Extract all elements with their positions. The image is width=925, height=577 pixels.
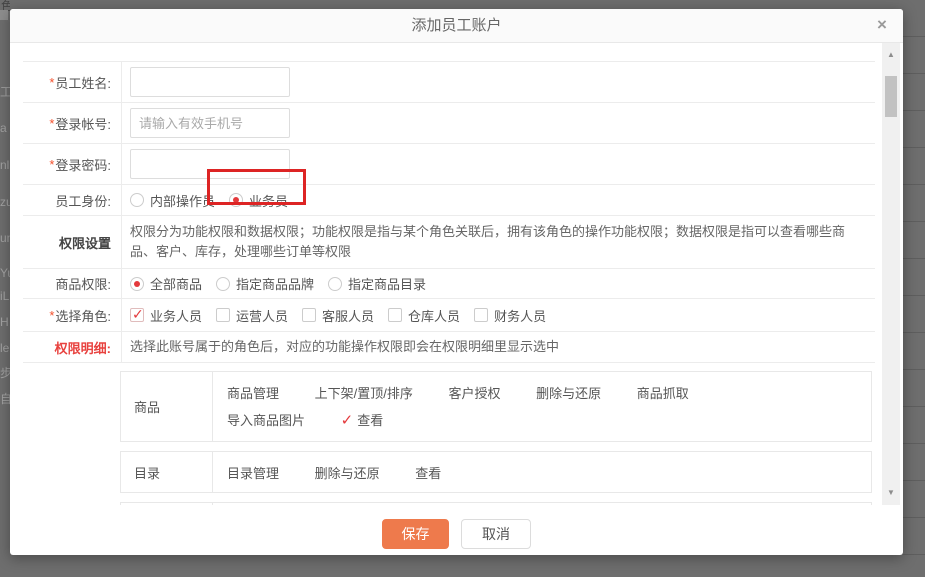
login-account-label: *登录帐号: xyxy=(23,103,122,143)
login-password-input[interactable] xyxy=(130,149,290,179)
row-login-account: *登录帐号: xyxy=(23,103,875,144)
select-roles-label: *选择角色: xyxy=(23,299,122,331)
row-select-roles: *选择角色: 业务人员 运营人员 客服人员 仓库人员 财务人员 xyxy=(23,299,875,332)
checkbox-icon xyxy=(388,308,402,322)
scrollbar-thumb[interactable] xyxy=(885,76,897,117)
add-employee-dialog: 添加员工账户 × *员工姓名: *登录帐号: *登录密码: 员工身份: xyxy=(10,9,903,555)
scroll-down-arrow-icon[interactable]: ▼ xyxy=(882,485,900,501)
perm-group-name: 目录 xyxy=(121,452,213,492)
row-login-password: *登录密码: xyxy=(23,144,875,185)
row-employee-identity: 员工身份: 内部操作员 业务员 xyxy=(23,185,875,216)
radio-internal-operator[interactable]: 内部操作员 xyxy=(130,191,215,210)
employee-identity-label: 员工身份: xyxy=(23,185,122,215)
perm-item[interactable]: 上下架/置顶/排序 xyxy=(315,380,413,407)
permission-detail-text: 选择此账号属于的角色后，对应的功能操作权限即会在权限明细里显示选中 xyxy=(130,337,559,357)
radio-all-products[interactable]: 全部商品 xyxy=(130,274,202,293)
backdrop-remnant-block xyxy=(0,10,8,20)
cancel-button[interactable]: 取消 xyxy=(461,519,531,549)
permission-detail-tables: 商品 商品管理 上下架/置顶/排序 客户授权 删除与还原 商品抓取 导入商品图片 xyxy=(23,363,875,505)
perm-item[interactable]: 导入商品图片 xyxy=(227,407,305,434)
backdrop-left-strip: 色权限 工 a nl zu un Yu iL H le 步 自 xyxy=(0,0,10,577)
dialog-title: 添加员工账户 xyxy=(10,9,903,43)
radio-selected-icon xyxy=(229,193,243,207)
required-asterisk: * xyxy=(49,116,54,131)
required-asterisk: * xyxy=(49,75,54,90)
perm-item[interactable]: 商品抓取 xyxy=(637,380,689,407)
row-permission-intro: 权限设置 权限分为功能权限和数据权限；功能权限是指与某个角色关联后，拥有该角色的… xyxy=(23,216,875,269)
checkbox-warehouse-staff[interactable]: 仓库人员 xyxy=(388,306,460,325)
dialog-footer: 保存 取消 xyxy=(10,505,903,555)
backdrop-fragment: nl xyxy=(0,158,9,172)
required-asterisk: * xyxy=(49,157,54,172)
perm-item[interactable]: 目录管理 xyxy=(227,460,279,487)
checkbox-checked-icon xyxy=(130,308,144,322)
red-check-icon: ✓ xyxy=(341,407,354,434)
perm-item[interactable]: 商品管理 xyxy=(227,380,279,407)
form: *员工姓名: *登录帐号: *登录密码: 员工身份: 内部操作员 业务员 xyxy=(23,61,875,505)
employee-name-label: *员工姓名: xyxy=(23,62,122,102)
perm-item[interactable]: 删除与还原 xyxy=(536,380,601,407)
checkbox-service-staff[interactable]: 客服人员 xyxy=(302,306,374,325)
checkbox-icon xyxy=(302,308,316,322)
backdrop-fragment: le xyxy=(0,341,9,355)
backdrop-fragment: a xyxy=(0,121,7,135)
scroll-up-arrow-icon[interactable]: ▲ xyxy=(882,47,900,63)
radio-specified-catalog[interactable]: 指定商品目录 xyxy=(328,274,426,293)
radio-icon xyxy=(216,277,230,291)
backdrop-fragment: H xyxy=(0,315,9,329)
permission-intro-text: 权限分为功能权限和数据权限；功能权限是指与某个角色关联后，拥有该角色的操作功能权… xyxy=(130,222,867,262)
backdrop-fragment: un xyxy=(0,231,10,245)
perm-item[interactable]: 删除与还原 xyxy=(315,460,380,487)
product-permission-label: 商品权限: xyxy=(23,269,122,298)
employee-name-input[interactable] xyxy=(130,67,290,97)
login-account-input[interactable] xyxy=(130,108,290,138)
save-button[interactable]: 保存 xyxy=(382,519,449,549)
dialog-header: 添加员工账户 × xyxy=(10,9,903,43)
radio-icon xyxy=(328,277,342,291)
permission-detail-label: 权限明细: xyxy=(23,332,122,362)
checkbox-finance-staff[interactable]: 财务人员 xyxy=(474,306,546,325)
login-password-label: *登录密码: xyxy=(23,144,122,184)
perm-item[interactable]: 客户授权 xyxy=(449,380,501,407)
checkbox-sales-staff[interactable]: 业务人员 xyxy=(130,306,202,325)
radio-specified-brands[interactable]: 指定商品品牌 xyxy=(216,274,314,293)
checkbox-icon xyxy=(216,308,230,322)
scrollbar[interactable]: ▲ ▼ xyxy=(882,43,900,505)
radio-selected-icon xyxy=(130,277,144,291)
backdrop-fragment: zu xyxy=(0,195,10,209)
perm-group-catalog: 目录 目录管理 删除与还原 查看 xyxy=(120,451,872,493)
backdrop-fragment: 步 xyxy=(0,364,10,381)
backdrop-fragment: iL xyxy=(0,289,9,303)
radio-salesman[interactable]: 业务员 xyxy=(229,191,288,210)
perm-group-spec: 规格 规格管理 删除与还原 查看 xyxy=(120,502,872,505)
close-icon[interactable]: × xyxy=(869,9,895,43)
radio-icon xyxy=(130,193,144,207)
permission-settings-label: 权限设置 xyxy=(23,216,122,268)
perm-group-name: 规格 xyxy=(121,503,213,505)
backdrop-fragment: 工 xyxy=(0,83,10,100)
perm-group-name: 商品 xyxy=(121,372,213,441)
dialog-scroll-area: *员工姓名: *登录帐号: *登录密码: 员工身份: 内部操作员 业务员 xyxy=(10,43,903,505)
row-product-permission: 商品权限: 全部商品 指定商品品牌 指定商品目录 xyxy=(23,269,875,299)
checkbox-operations-staff[interactable]: 运营人员 xyxy=(216,306,288,325)
perm-item[interactable]: 查看 xyxy=(415,460,441,487)
backdrop-right-strip xyxy=(903,0,925,577)
row-permission-detail: 权限明细: 选择此账号属于的角色后，对应的功能操作权限即会在权限明细里显示选中 xyxy=(23,332,875,363)
row-employee-name: *员工姓名: xyxy=(23,62,875,103)
perm-item-checked[interactable]: ✓查看 xyxy=(341,407,384,434)
perm-group-goods: 商品 商品管理 上下架/置顶/排序 客户授权 删除与还原 商品抓取 导入商品图片 xyxy=(120,371,872,442)
backdrop-fragment: Yu xyxy=(0,266,10,280)
checkbox-icon xyxy=(474,308,488,322)
backdrop-fragment: 自 xyxy=(0,390,10,407)
required-asterisk: * xyxy=(49,308,54,323)
